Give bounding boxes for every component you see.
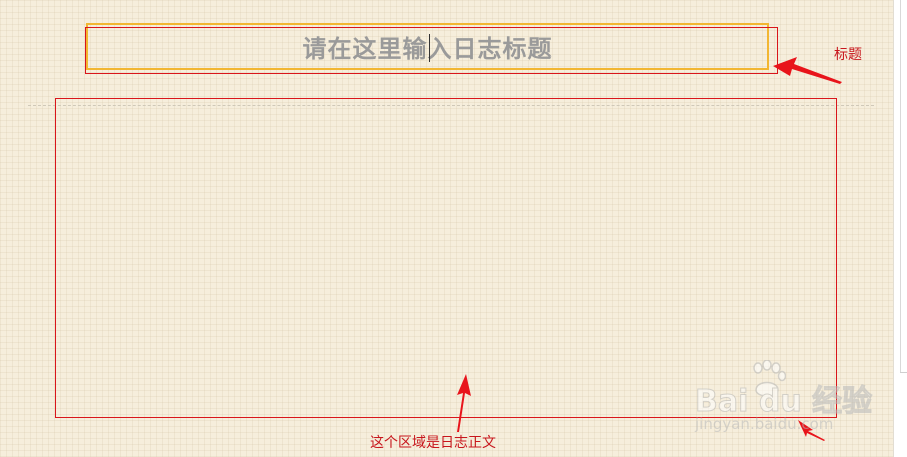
scrollbar-track-end [900, 372, 907, 373]
title-placeholder: 请在这里输入日志标题 [302, 35, 553, 63]
watermark-site-text: jingyan.baidu.com [695, 415, 834, 433]
baidu-jingyan-watermark: Bai du 经验 jingyan.baidu.com [694, 360, 873, 440]
vertical-scrollbar[interactable] [893, 0, 907, 457]
watermark-logo-text: Bai du 经验 [694, 384, 873, 420]
text-caret [429, 34, 430, 62]
title-input[interactable]: 请在这里输入日志标题 [86, 23, 769, 70]
body-annotation-label: 这个区域是日志正文 [370, 435, 496, 451]
title-annotation-label: 标题 [834, 47, 862, 63]
scrollbar-track [900, 0, 901, 372]
